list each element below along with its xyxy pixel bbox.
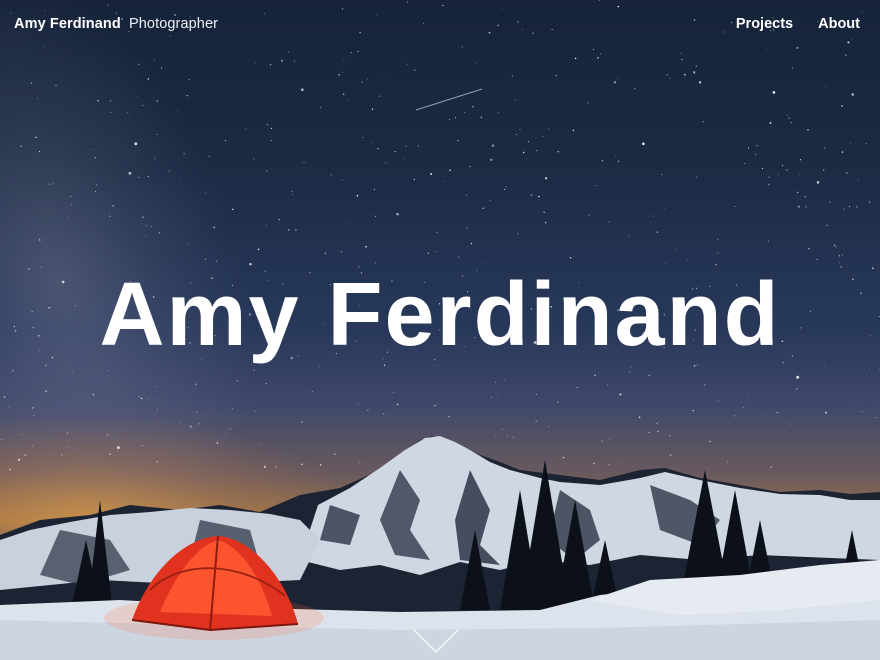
nav-link-projects[interactable]: Projects xyxy=(736,16,793,32)
top-navigation-bar: Amy Ferdinand Photographer Projects Abou… xyxy=(0,0,880,50)
hero-section: Amy Ferdinand Photographer Projects Abou… xyxy=(0,0,880,660)
brand-role: Photographer xyxy=(128,16,219,32)
hero-title: Amy Ferdinand xyxy=(99,265,781,365)
main-nav: Projects About xyxy=(736,16,860,32)
brand-name: Amy Ferdinand xyxy=(14,16,121,32)
nav-link-about[interactable]: About xyxy=(818,16,860,32)
site-brand[interactable]: Amy Ferdinand Photographer xyxy=(14,16,218,32)
chevron-down-icon[interactable] xyxy=(412,628,460,656)
shooting-star xyxy=(415,88,483,111)
